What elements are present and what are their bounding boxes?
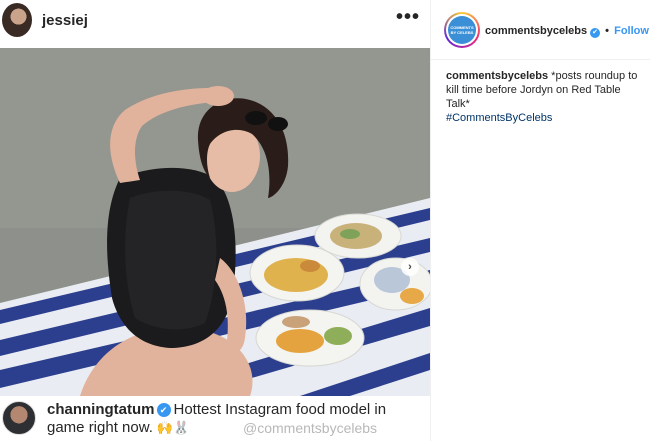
comment-line: channingtatum ✔ Hottest Instagram food mod… [47,401,386,418]
next-image-icon[interactable]: › [401,258,419,276]
avatar[interactable] [2,401,36,435]
avatar[interactable]: COMMENTS BY CELEBS [444,12,480,48]
comment-line: game right now. 🙌🐰 [47,419,189,436]
more-options-icon[interactable]: ••• [396,6,420,29]
side-header: commentsbycelebs ✔ • Follow [485,25,649,38]
watermark: @commentsbycelebs [243,420,378,436]
hashtag-link[interactable]: #CommentsByCelebs [446,112,552,124]
side-panel: COMMENTS BY CELEBS commentsbycelebs ✔ • F… [431,0,650,441]
caption-username[interactable]: commentsbycelebs [446,70,548,82]
comment-row: channingtatum ✔ Hottest Instagram food mod… [0,396,430,441]
side-username[interactable]: commentsbycelebs [485,25,587,37]
avatar[interactable] [2,3,32,37]
comment-username[interactable]: channingtatum [47,401,155,418]
logo: COMMENTS BY CELEBS [448,16,476,44]
divider [431,59,650,60]
embedded-post: jessiej ••• › channingtatum ✔ Hottest In… [0,0,430,441]
emoji-icon: 🙌🐰 [156,420,190,435]
post-header: jessiej ••• [0,0,430,48]
caption: commentsbycelebs *posts roundup to kill … [446,69,642,125]
comment-text: Hottest Instagram food model in [173,401,387,418]
separator: • [605,25,610,37]
post-username[interactable]: jessiej [42,12,88,29]
comment-text: game right now. [47,419,153,436]
verified-badge-icon: ✔ [156,403,171,417]
follow-button[interactable]: Follow [614,25,649,37]
post-photo: › [0,48,430,396]
verified-badge-icon: ✔ [590,28,601,38]
